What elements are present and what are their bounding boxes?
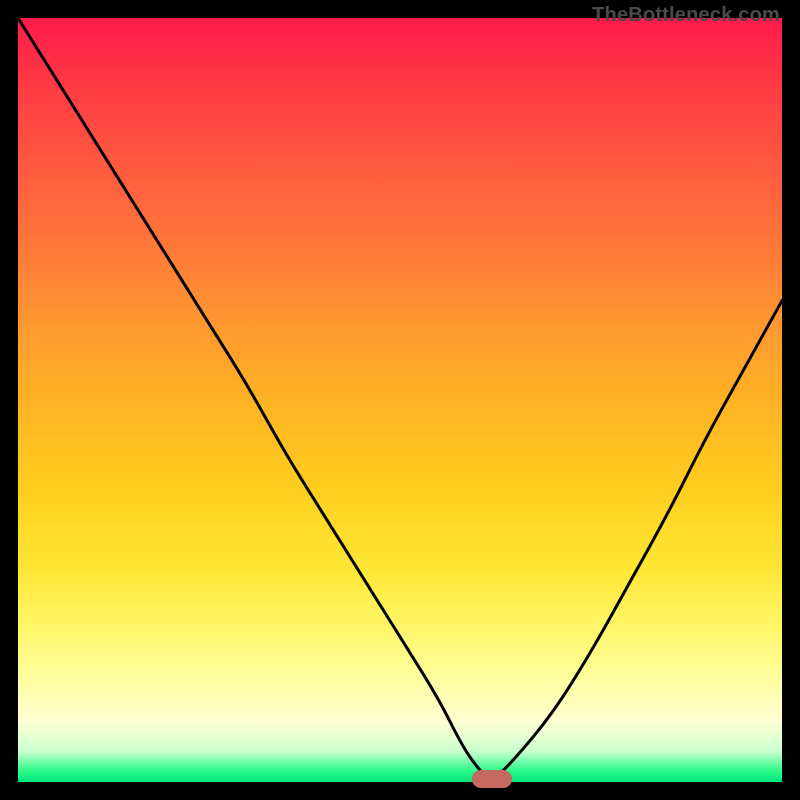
chart-frame: TheBottleneck.com <box>0 0 800 800</box>
source-watermark: TheBottleneck.com <box>592 4 780 27</box>
bottleneck-curve <box>18 18 782 782</box>
optimal-point-marker <box>472 770 512 788</box>
